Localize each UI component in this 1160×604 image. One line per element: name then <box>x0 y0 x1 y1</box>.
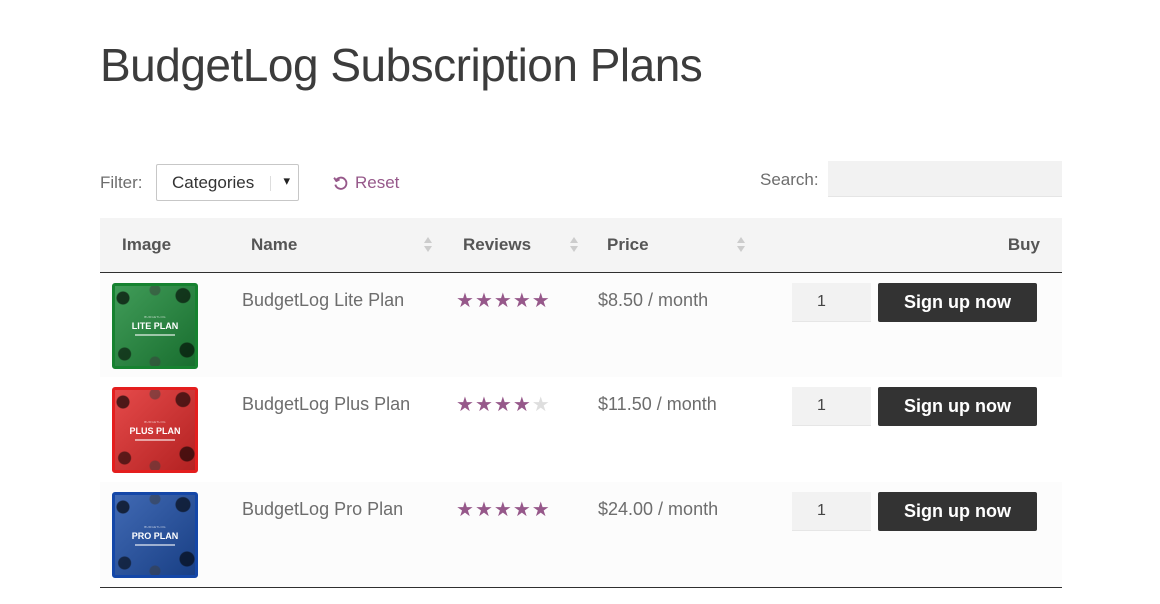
star-icon: ★ <box>474 499 493 521</box>
price: $24.00 / month <box>598 499 719 519</box>
star-icon: ★ <box>493 499 512 521</box>
star-icon: ★ <box>531 289 550 312</box>
plan-name[interactable]: BudgetLog Pro Plan <box>227 482 439 587</box>
star-icon: ★ <box>456 394 474 416</box>
price: $8.50 / month <box>598 289 709 310</box>
plan-thumbnail[interactable]: BUDGETLOG PRO PLAN <box>112 492 198 578</box>
reset-link[interactable]: Reset <box>333 173 399 193</box>
sign-up-button[interactable]: Sign up now <box>878 387 1037 426</box>
star-icon: ★ <box>474 289 493 312</box>
plan-thumbnail[interactable]: BUDGETLOG LITE PLAN <box>112 282 198 369</box>
star-icon: ★ <box>512 499 531 521</box>
star-rating: ★ ★ ★ ★ ★ <box>456 395 550 415</box>
buy-cell: Sign up now <box>746 272 1062 377</box>
star-icon: ★ <box>531 394 550 416</box>
quantity-input[interactable] <box>792 387 871 426</box>
price: $11.50 / month <box>598 394 717 414</box>
category-select-value: Categories <box>172 173 255 192</box>
reset-label: Reset <box>355 173 400 192</box>
plan-name[interactable]: BudgetLog Lite Plan <box>227 272 439 377</box>
sign-up-button[interactable]: Sign up now <box>878 282 1037 322</box>
column-header-name[interactable]: Name <box>227 218 439 272</box>
category-select[interactable]: Categories ▾ <box>156 164 299 201</box>
plan-name[interactable]: BudgetLog Plus Plan <box>227 377 439 482</box>
star-icon: ★ <box>493 394 512 416</box>
star-rating: ★ ★ ★ ★ ★ <box>456 291 550 311</box>
buy-cell: Sign up now <box>746 377 1062 482</box>
select-divider <box>270 176 271 191</box>
caret-down-icon: ▾ <box>283 173 290 188</box>
plan-thumbnail[interactable]: BUDGETLOG PLUS PLAN <box>112 387 198 473</box>
filter-bar: Filter: Categories ▾ Reset Search: <box>100 161 1062 201</box>
star-icon: ★ <box>493 289 512 312</box>
star-icon: ★ <box>512 394 531 416</box>
column-header-image: Image <box>122 234 172 254</box>
undo-icon <box>333 176 348 190</box>
table-header-row: Image Name Reviews Price Buy <box>100 218 1062 272</box>
star-icon: ★ <box>531 499 550 521</box>
image-cell: BUDGETLOG PLUS PLAN <box>100 377 227 482</box>
column-header-price[interactable]: Price <box>584 218 746 272</box>
star-icon: ★ <box>474 394 493 416</box>
reviews-cell: ★ ★ ★ ★ ★ <box>439 377 584 482</box>
search-label: Search: <box>760 170 819 189</box>
image-cell: BUDGETLOG LITE PLAN <box>100 272 227 377</box>
star-rating: ★ ★ ★ ★ ★ <box>456 500 550 520</box>
buy-cell: Sign up now <box>746 482 1062 587</box>
quantity-input[interactable] <box>792 492 871 531</box>
column-header-reviews[interactable]: Reviews <box>439 218 584 272</box>
table-row: BUDGETLOG PRO PLAN BudgetLog Pro Plan ★ ★… <box>100 482 1062 587</box>
quantity-input[interactable] <box>792 282 871 322</box>
star-icon: ★ <box>456 499 474 521</box>
sort-arrows-icon <box>424 237 432 253</box>
sort-arrows-icon <box>737 237 745 253</box>
sign-up-button[interactable]: Sign up now <box>878 492 1037 531</box>
image-cell: BUDGETLOG PRO PLAN <box>100 482 227 587</box>
sort-arrows-icon <box>570 237 578 253</box>
product-table: Image Name Reviews Price Buy BUDGETLOG L… <box>100 218 1062 588</box>
star-icon: ★ <box>512 289 531 312</box>
table-row: BUDGETLOG LITE PLAN BudgetLog Lite Plan … <box>100 272 1062 377</box>
table-row: BUDGETLOG PLUS PLAN BudgetLog Plus Plan … <box>100 377 1062 482</box>
column-header-buy: Buy <box>1007 234 1040 254</box>
search-input[interactable] <box>828 161 1062 197</box>
reviews-cell: ★ ★ ★ ★ ★ <box>439 272 584 377</box>
page-title: BudgetLog Subscription Plans <box>100 39 703 91</box>
filter-label: Filter: <box>100 173 143 192</box>
star-icon: ★ <box>456 289 474 312</box>
reviews-cell: ★ ★ ★ ★ ★ <box>439 482 584 587</box>
